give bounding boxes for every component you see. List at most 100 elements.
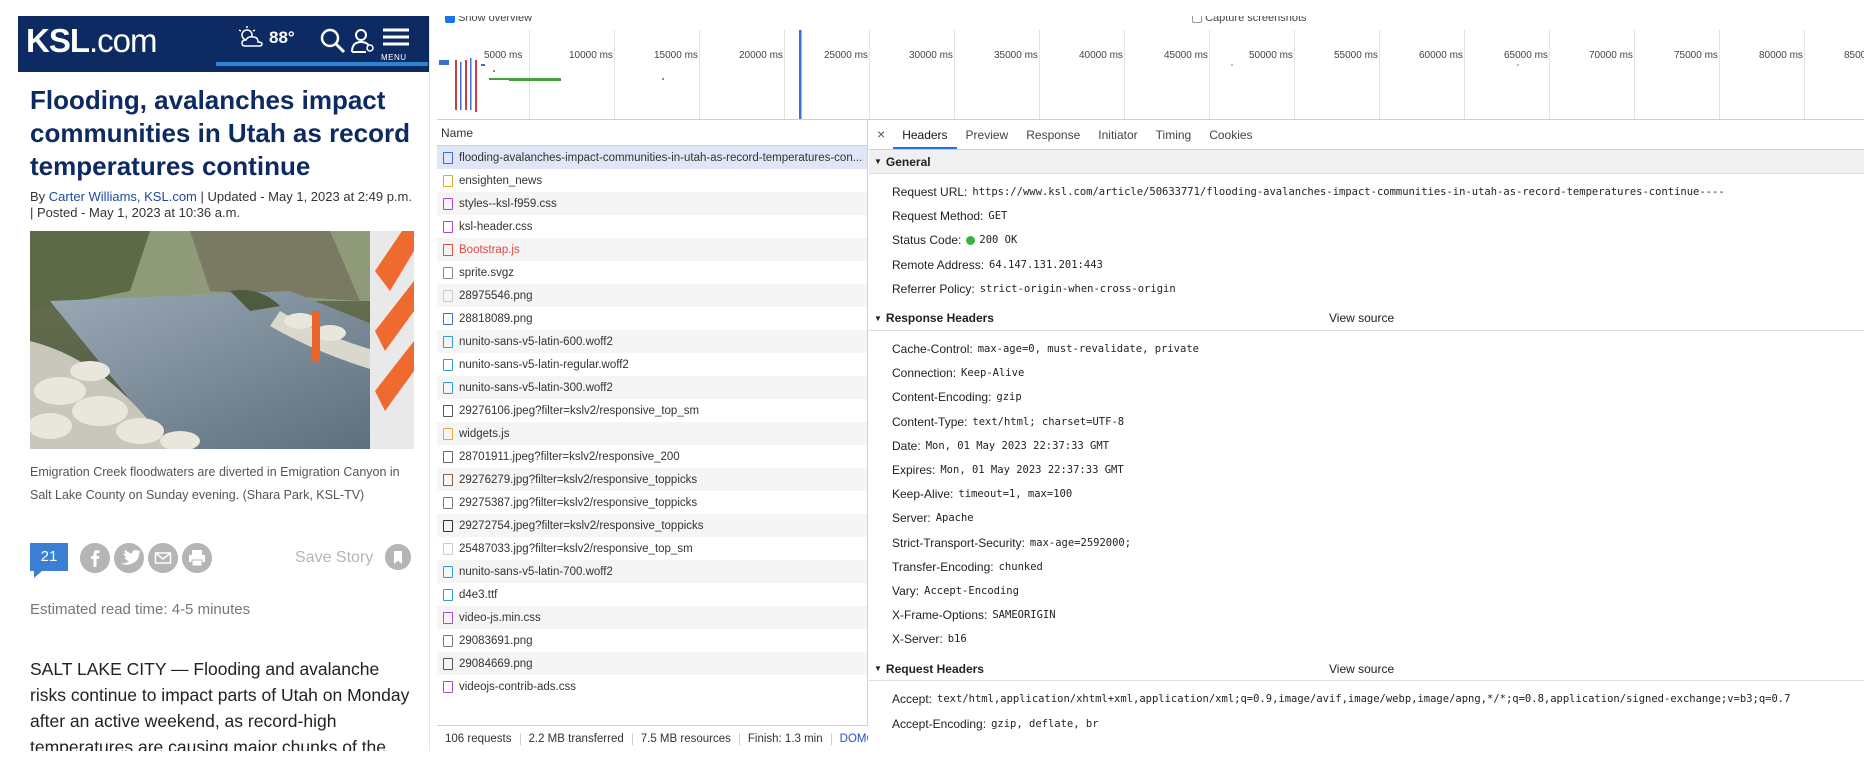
- header-row: Content-Type: text/html; charset=UTF-8: [869, 410, 1864, 434]
- request-name: 29083691.png: [459, 634, 533, 647]
- timeline-waterfall: [439, 30, 1519, 119]
- request-row[interactable]: 29276106.jpeg?filter=kslv2/responsive_to…: [437, 399, 867, 422]
- request-row[interactable]: video-js.min.css: [437, 606, 867, 629]
- view-source-link[interactable]: View source: [1329, 311, 1394, 325]
- header-row: Vary: Accept-Encoding: [869, 579, 1864, 603]
- header-key: X-Server:: [892, 632, 943, 647]
- request-headers-section-header[interactable]: ▼ Request Headers View source: [869, 657, 1864, 682]
- bookmark-icon[interactable]: [385, 544, 411, 570]
- tab-initiator[interactable]: Initiator: [1089, 120, 1146, 149]
- header-row: Server: Apache: [869, 506, 1864, 530]
- header-value: Accept-Encoding: [924, 584, 1019, 597]
- request-row[interactable]: 29084669.png: [437, 652, 867, 675]
- request-list-pane: Name flooding-avalanches-impact-communit…: [437, 120, 868, 751]
- author-link[interactable]: Carter Williams, KSL.com: [49, 189, 197, 204]
- request-row[interactable]: 29276279.jpg?filter=kslv2/responsive_top…: [437, 468, 867, 491]
- tab-headers[interactable]: Headers: [893, 120, 957, 149]
- request-row[interactable]: 28975546.png: [437, 284, 867, 307]
- request-row[interactable]: videojs-contrib-ads.css: [437, 675, 867, 698]
- header-row: Expires: Mon, 01 May 2023 22:37:33 GMT: [869, 458, 1864, 482]
- header-value: chunked: [998, 560, 1043, 573]
- close-detail-icon[interactable]: ×: [869, 120, 893, 149]
- header-row: Accept: text/html,application/xhtml+xml,a…: [869, 687, 1864, 711]
- header-value: max-age=0, must-revalidate, private: [977, 343, 1199, 356]
- general-section-header[interactable]: ▼ General: [869, 150, 1864, 174]
- request-name: 25487033.jpg?filter=kslv2/responsive_top…: [459, 542, 693, 555]
- name-column-header[interactable]: Name: [437, 120, 867, 146]
- request-row[interactable]: 29083691.png: [437, 629, 867, 652]
- image-icon: [443, 496, 453, 509]
- request-name: ksl-header.css: [459, 220, 533, 233]
- request-row[interactable]: sprite.svgz: [437, 261, 867, 284]
- tab-timing[interactable]: Timing: [1147, 120, 1201, 149]
- header-value: Mon, 01 May 2023 22:37:33 GMT: [940, 463, 1124, 476]
- tab-preview[interactable]: Preview: [957, 120, 1018, 149]
- header-value: text/html,application/xhtml+xml,applicat…: [937, 693, 1791, 706]
- email-share-icon[interactable]: [148, 543, 178, 573]
- request-row[interactable]: flooding-avalanches-impact-communities-i…: [437, 146, 867, 169]
- stylesheet-icon: [443, 680, 453, 693]
- network-summary-bar: 106 requests 2.2 MB transferred 7.5 MB r…: [437, 725, 868, 751]
- twitter-share-icon[interactable]: [114, 543, 144, 573]
- menu-icon[interactable]: [381, 24, 411, 54]
- image-icon: [443, 634, 453, 647]
- request-row[interactable]: 29272754.jpeg?filter=kslv2/responsive_to…: [437, 514, 867, 537]
- request-name: flooding-avalanches-impact-communities-i…: [459, 151, 863, 164]
- devtools-network-panel: Show overview Capture screenshots 5000 m…: [437, 16, 1864, 751]
- request-row[interactable]: 28701911.jpeg?filter=kslv2/responsive_20…: [437, 445, 867, 468]
- print-icon[interactable]: [182, 543, 212, 573]
- request-row[interactable]: nunito-sans-v5-latin-regular.woff2: [437, 353, 867, 376]
- request-row[interactable]: widgets.js: [437, 422, 867, 445]
- article-photo[interactable]: [30, 231, 414, 449]
- weather-widget[interactable]: 88°: [236, 26, 295, 50]
- request-row[interactable]: 25487033.jpg?filter=kslv2/responsive_top…: [437, 537, 867, 560]
- request-row[interactable]: nunito-sans-v5-latin-700.woff2: [437, 560, 867, 583]
- header-key: Vary:: [892, 583, 920, 598]
- header-value: Keep-Alive: [961, 367, 1025, 380]
- network-overview-timeline[interactable]: 5000 ms 10000 ms 15000 ms 20000 ms 25000 ms 3…: [437, 30, 1864, 120]
- collapse-triangle-icon: ▼: [874, 157, 882, 166]
- request-name: styles--ksl-f959.css: [459, 197, 557, 210]
- request-name: widgets.js: [459, 427, 510, 440]
- user-account-icon[interactable]: [348, 26, 378, 56]
- request-row[interactable]: Bootstrap.js: [437, 238, 867, 261]
- header-row: Keep-Alive: timeout=1, max=100: [869, 482, 1864, 506]
- view-source-link[interactable]: View source: [1329, 662, 1394, 676]
- logo-suffix: .com: [89, 22, 158, 59]
- request-row[interactable]: ksl-header.css: [437, 215, 867, 238]
- capture-screenshots-checkbox[interactable]: Capture screenshots: [1192, 16, 1307, 24]
- header-value: max-age=2592000;: [1029, 536, 1132, 549]
- request-row[interactable]: nunito-sans-v5-latin-600.woff2: [437, 330, 867, 353]
- request-row[interactable]: ensighten_news: [437, 169, 867, 192]
- request-name: d4e3.ttf: [459, 588, 498, 601]
- font-icon: [443, 565, 453, 578]
- ksl-header: KSL.com 88° MENU: [18, 16, 429, 72]
- tab-cookies[interactable]: Cookies: [1200, 120, 1261, 149]
- header-row: Referrer Policy: strict-origin-when-cross…: [869, 277, 1864, 301]
- ksl-logo[interactable]: KSL.com: [26, 22, 158, 60]
- response-headers-section-header[interactable]: ▼ Response Headers View source: [869, 306, 1864, 331]
- estimated-read-time: Estimated read time: 4-5 minutes: [30, 601, 251, 618]
- request-row[interactable]: 28818089.png: [437, 307, 867, 330]
- header-key: Accept:: [892, 692, 933, 707]
- article-body: SALT LAKE CITY — Flooding and avalanche …: [30, 659, 410, 751]
- search-icon[interactable]: [318, 26, 348, 56]
- header-row: Remote Address: 64.147.131.201:443: [869, 253, 1864, 277]
- header-row: Content-Encoding: gzip: [869, 385, 1864, 409]
- save-story-button[interactable]: Save Story: [295, 549, 373, 567]
- logo-main: KSL: [26, 22, 90, 59]
- header-row: Accept-Encoding: gzip, deflate, br: [869, 712, 1864, 736]
- request-detail-pane: × Headers Preview Response Initiator Tim…: [869, 120, 1864, 751]
- request-row[interactable]: styles--ksl-f959.css: [437, 192, 867, 215]
- header-key: Connection:: [892, 366, 957, 381]
- request-row[interactable]: nunito-sans-v5-latin-300.woff2: [437, 376, 867, 399]
- request-row[interactable]: 29275387.jpg?filter=kslv2/responsive_top…: [437, 491, 867, 514]
- image-icon: [443, 542, 453, 555]
- request-header-rows: Accept: text/html,application/xhtml+xml,a…: [869, 687, 1864, 735]
- tab-response[interactable]: Response: [1017, 120, 1089, 149]
- facebook-share-icon[interactable]: [80, 543, 110, 573]
- request-row[interactable]: d4e3.ttf: [437, 583, 867, 606]
- show-overview-checkbox[interactable]: Show overview: [445, 16, 532, 24]
- comment-count-button[interactable]: 21: [30, 543, 68, 578]
- social-share-bar: 21 Save Story: [18, 535, 429, 579]
